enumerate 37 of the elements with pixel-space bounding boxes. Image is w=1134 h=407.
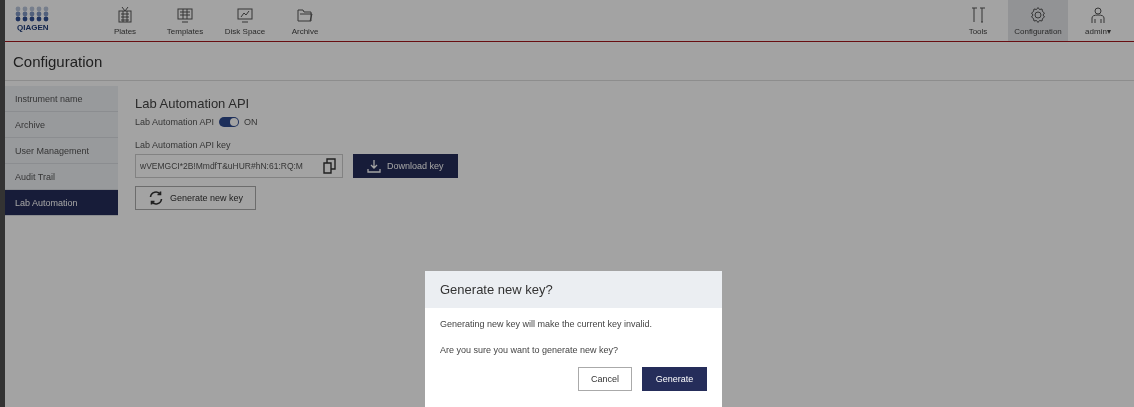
key-field[interactable]: wVEMGCI*2B!MmdfT&uHUR#hN:61:RQ:M xyxy=(135,154,343,178)
download-icon xyxy=(367,159,381,173)
logo-dots-icon xyxy=(15,6,49,22)
sidebar-item[interactable]: Audit Trail xyxy=(5,164,118,190)
toggle-state: ON xyxy=(244,117,258,127)
chart-monitor-icon xyxy=(236,5,254,24)
field-label: Lab Automation API key xyxy=(135,140,232,150)
copy-icon[interactable] xyxy=(322,158,338,174)
sidebar-item[interactable]: Instrument name xyxy=(5,86,118,112)
nav-item[interactable]: Plates xyxy=(95,0,155,41)
toggle-switch[interactable] xyxy=(219,117,240,127)
sidebar-item[interactable]: User Management xyxy=(5,138,118,164)
cancel-button[interactable]: Cancel xyxy=(578,367,632,391)
page-title: Configuration xyxy=(13,52,103,70)
nav-item[interactable]: Templates xyxy=(155,0,215,41)
section-title: Lab Automation API xyxy=(135,96,251,111)
toggle-label: Lab Automation API xyxy=(135,117,215,127)
nav-item[interactable]: admin▾ xyxy=(1068,0,1128,41)
user-icon xyxy=(1089,5,1107,24)
nav-item[interactable]: Configuration xyxy=(1008,0,1068,41)
nav-item[interactable]: Archive xyxy=(275,0,335,41)
settings-icon xyxy=(1029,5,1047,24)
generate-key-button[interactable]: Generate new key xyxy=(135,186,257,210)
refresh-icon xyxy=(148,190,164,206)
nav-item[interactable]: Disk Space xyxy=(215,0,275,41)
monitor-icon xyxy=(176,5,194,24)
logo-text: QIAGEN xyxy=(15,23,51,33)
sidebar-item[interactable]: Archive xyxy=(5,112,118,138)
tv-icon xyxy=(116,5,134,24)
nav-item[interactable]: Tools xyxy=(948,0,1008,41)
dialog-title: Generate new key? xyxy=(440,282,553,297)
sidebar-item[interactable]: Lab Automation xyxy=(5,190,118,216)
tools-icon xyxy=(969,5,987,24)
dialog-message: Are you sure you want to generate new key? xyxy=(440,345,620,355)
download-key-button[interactable]: Download key xyxy=(353,154,458,178)
dialog-message: Generating new key will make the current key invalid. xyxy=(440,319,654,329)
generate-button[interactable]: Generate xyxy=(642,367,707,391)
